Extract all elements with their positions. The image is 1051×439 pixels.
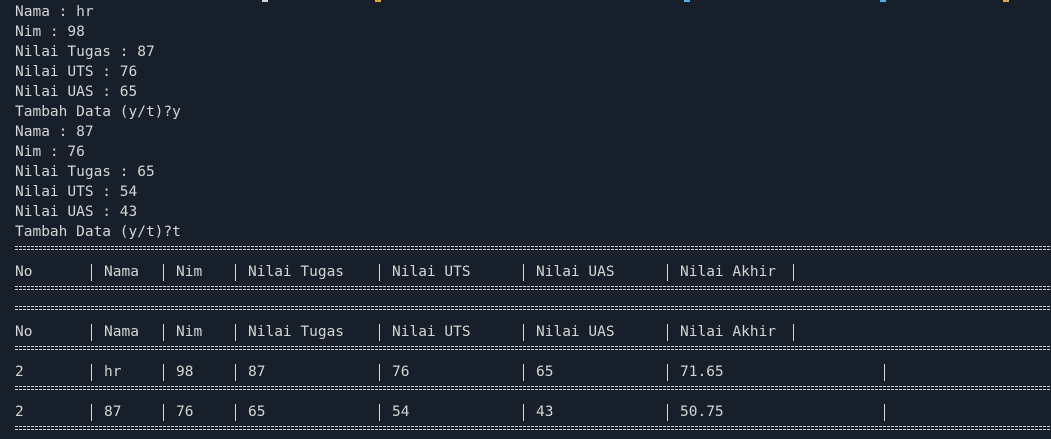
prompt-line: Nilai Tugas : 65 <box>15 164 155 180</box>
cell-nilai-akhir: 50.75 <box>680 404 724 420</box>
column-divider <box>667 404 668 421</box>
prompt-line: Nilai Tugas : 87 <box>15 44 155 60</box>
cell-no: 2 <box>15 404 24 420</box>
column-divider <box>91 324 92 341</box>
prompt-line: Tambah Data (y/t)?y <box>15 104 181 120</box>
clipped-previous-line <box>0 0 1051 3</box>
column-divider <box>379 324 380 341</box>
column-divider <box>667 324 668 341</box>
column-divider <box>379 264 380 281</box>
table-separator <box>15 385 1051 392</box>
table-separator <box>15 345 1051 352</box>
column-divider <box>379 404 380 421</box>
header-no: No <box>15 264 33 280</box>
prompt-line: Nama : 87 <box>15 124 94 140</box>
column-divider <box>523 264 524 281</box>
terminal-output: Nama : hr Nim : 98 Nilai Tugas : 87 Nila… <box>0 0 1051 439</box>
column-divider <box>793 324 794 341</box>
column-divider <box>523 404 524 421</box>
cell-nilai-tugas: 65 <box>248 404 266 420</box>
column-divider <box>235 264 236 281</box>
column-divider <box>163 364 164 381</box>
prompt-line: Nim : 76 <box>15 144 85 160</box>
column-divider <box>91 404 92 421</box>
header-nilai-akhir: Nilai Akhir <box>680 264 777 280</box>
cell-nilai-uts: 54 <box>392 404 410 420</box>
column-divider <box>884 404 885 421</box>
prompt-line: Nim : 98 <box>15 24 85 40</box>
prompt-line: Tambah Data (y/t)?t <box>15 224 181 240</box>
header-nilai-tugas: Nilai Tugas <box>248 324 345 340</box>
prompt-line: Nilai UTS : 76 <box>15 64 138 80</box>
header-nilai-uts: Nilai UTS <box>392 324 471 340</box>
cell-nim: 76 <box>176 404 194 420</box>
header-nama: Nama <box>104 324 139 340</box>
column-divider <box>235 364 236 381</box>
cell-nim: 98 <box>176 364 194 380</box>
column-divider <box>379 364 380 381</box>
table-row: 2 87 76 65 54 43 50.75 <box>0 402 1051 422</box>
table-row: 2 hr 98 87 76 65 71.65 <box>0 362 1051 382</box>
cell-nilai-tugas: 87 <box>248 364 266 380</box>
column-divider <box>91 264 92 281</box>
header-nama: Nama <box>104 264 139 280</box>
cell-nilai-uts: 76 <box>392 364 410 380</box>
cell-nama: 87 <box>104 404 122 420</box>
column-divider <box>235 404 236 421</box>
table-separator <box>15 305 1051 312</box>
column-divider <box>235 324 236 341</box>
cell-nilai-akhir: 71.65 <box>680 364 724 380</box>
cell-no: 2 <box>15 364 24 380</box>
header-nilai-akhir: Nilai Akhir <box>680 324 777 340</box>
column-divider <box>523 324 524 341</box>
column-divider <box>163 324 164 341</box>
header-nilai-tugas: Nilai Tugas <box>248 264 345 280</box>
table-header-row: No Nama Nim Nilai Tugas Nilai UTS Nilai … <box>0 262 1051 282</box>
cell-nilai-uas: 43 <box>536 404 554 420</box>
table-separator <box>15 245 1051 252</box>
header-no: No <box>15 324 33 340</box>
table-separator <box>15 285 1051 292</box>
header-nilai-uas: Nilai UAS <box>536 324 615 340</box>
column-divider <box>884 364 885 381</box>
header-nilai-uas: Nilai UAS <box>536 264 615 280</box>
column-divider <box>163 264 164 281</box>
column-divider <box>163 404 164 421</box>
table-separator <box>15 425 1051 432</box>
column-divider <box>523 364 524 381</box>
prompt-line: Nilai UAS : 65 <box>15 84 138 100</box>
cell-nilai-uas: 65 <box>536 364 554 380</box>
cell-nama: hr <box>104 364 122 380</box>
column-divider <box>793 264 794 281</box>
prompt-line: Nama : hr <box>15 4 94 20</box>
column-divider <box>91 364 92 381</box>
header-nilai-uts: Nilai UTS <box>392 264 471 280</box>
prompt-line: Nilai UTS : 54 <box>15 184 138 200</box>
header-nim: Nim <box>176 324 203 340</box>
header-nim: Nim <box>176 264 203 280</box>
prompt-line: Nilai UAS : 43 <box>15 204 138 220</box>
column-divider <box>667 364 668 381</box>
column-divider <box>667 264 668 281</box>
table-header-row: No Nama Nim Nilai Tugas Nilai UTS Nilai … <box>0 322 1051 342</box>
